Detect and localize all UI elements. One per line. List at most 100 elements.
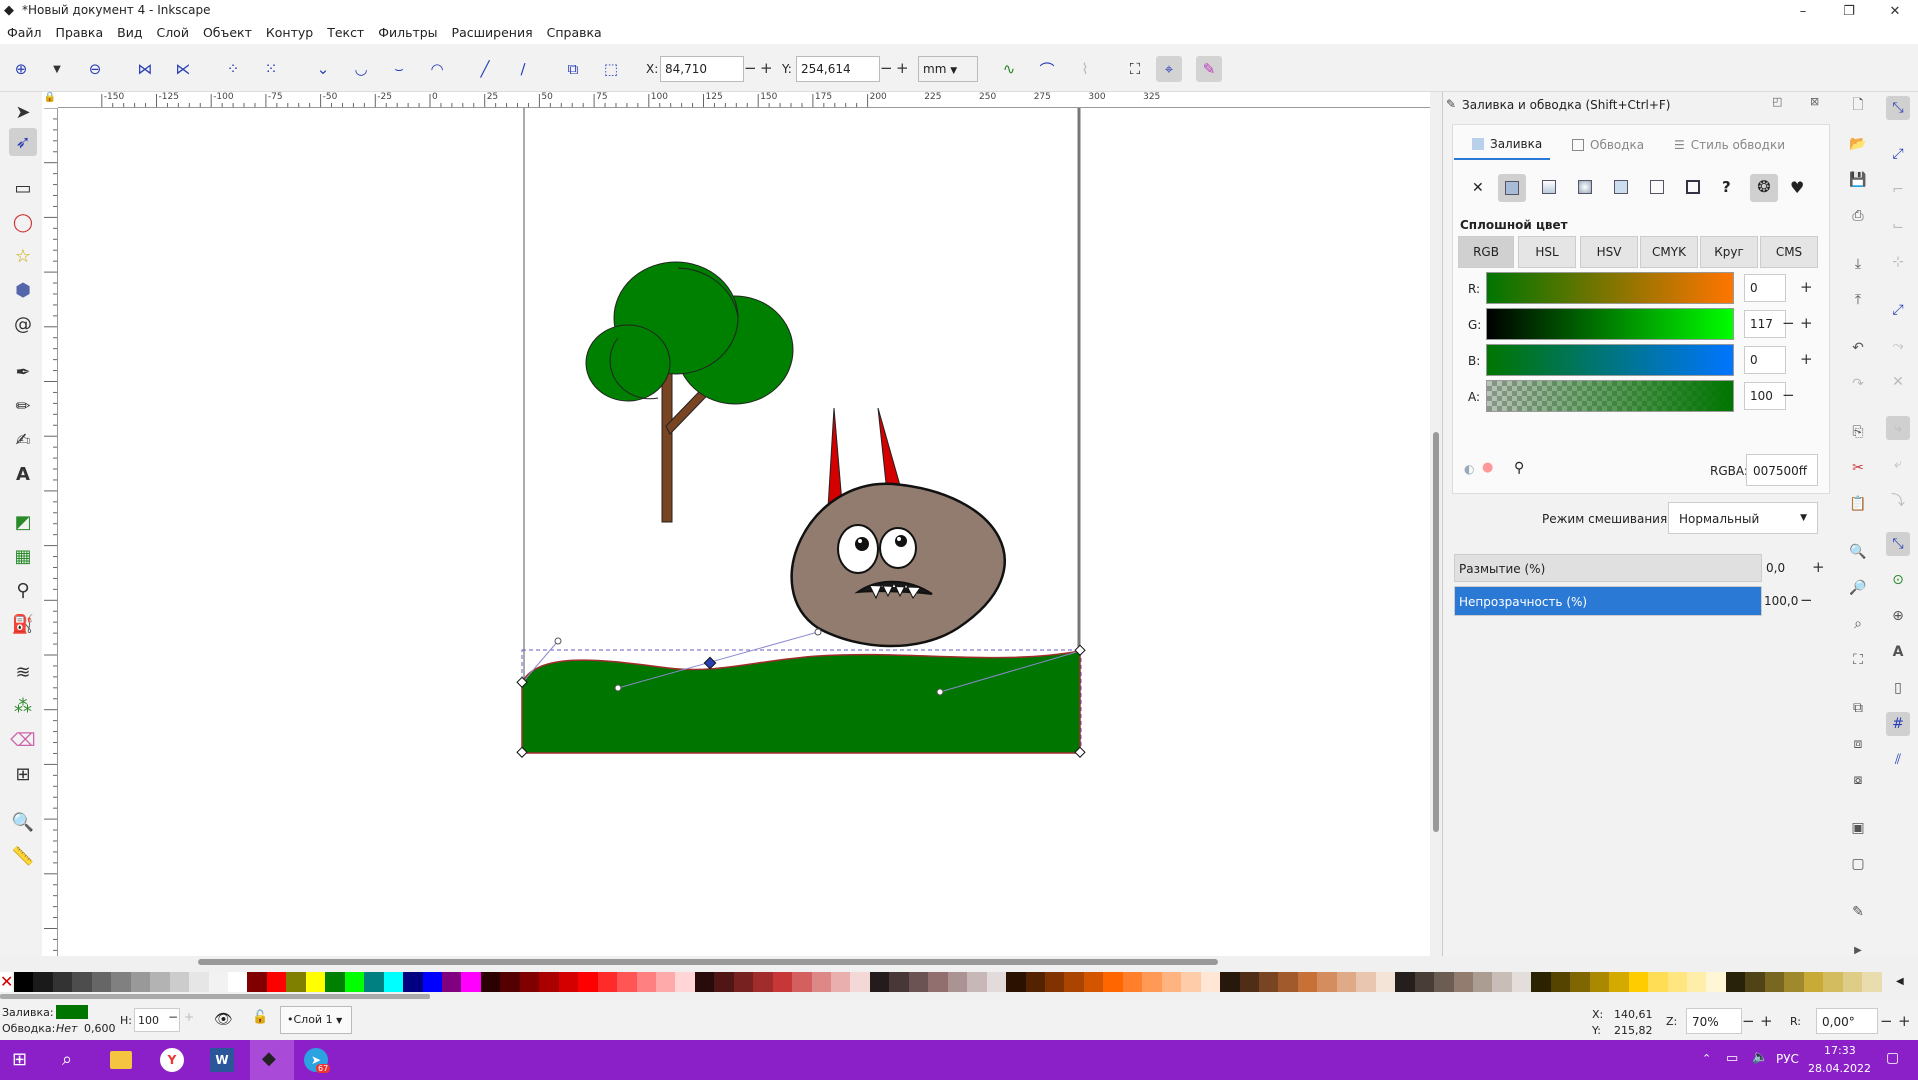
g-value[interactable]: 117 [1744,310,1786,338]
insert-dropdown-icon[interactable]: ▼ [44,56,70,82]
blur-value[interactable]: 0,0 [1766,561,1785,575]
layer-select[interactable]: •Слой 1 ▼ [280,1006,352,1034]
tweak-tool-icon[interactable]: ≋ [9,658,37,686]
clock-time[interactable]: 17:33 [1824,1044,1856,1057]
mask-icon[interactable]: ⌇ [1072,56,1098,82]
tab-fill[interactable]: Заливка [1454,130,1550,160]
palette-swatch[interactable] [558,972,579,992]
snap-intersection-icon[interactable]: ✕ [1886,370,1910,394]
g-increment-button[interactable]: + [1800,314,1813,332]
delete-segment-icon[interactable]: ⁙ [258,56,284,82]
unlink-clone-icon[interactable]: ⧇ [1846,768,1870,792]
palette-swatch[interactable] [1472,972,1493,992]
palette-swatch[interactable] [1297,972,1318,992]
palette-swatch[interactable] [908,972,929,992]
connector-tool-icon[interactable]: ⊞ [9,760,37,788]
opacity-status-increment[interactable]: + [184,1010,194,1024]
rgba-input[interactable]: 007500ff [1746,454,1818,486]
palette-swatch[interactable] [1784,972,1804,992]
palette-swatch[interactable] [967,972,987,992]
palette-swatch[interactable] [72,972,92,992]
palette-menu-icon[interactable]: ◀ [1896,976,1904,987]
rectangle-tool-icon[interactable]: ▭ [9,174,37,202]
mode-hsl[interactable]: HSL [1518,236,1576,268]
palette-swatch[interactable] [500,972,520,992]
palette-swatch[interactable] [383,972,404,992]
y-increment-button[interactable]: + [896,59,909,77]
layer-lock-icon[interactable]: 🔓 [252,1010,268,1025]
menu-extensions[interactable]: Расширения [445,22,540,44]
zoom-selection-icon[interactable]: 🔍 [1846,540,1870,564]
blend-mode-select[interactable]: Нормальный ▼ [1668,502,1818,534]
palette-swatch[interactable] [91,972,112,992]
palette-swatch[interactable] [869,972,890,992]
palette-swatch[interactable] [1550,972,1571,992]
palette-swatch[interactable] [1453,972,1473,992]
snap-midpoint-icon[interactable]: ⤵ [1886,488,1910,512]
spray-tool-icon[interactable]: ⁂ [9,692,37,720]
zoom-tool-icon[interactable]: 🔍 [9,808,37,836]
palette-swatch[interactable] [928,972,948,992]
ungroup-icon[interactable]: ▢ [1846,852,1870,876]
eraser-tool-icon[interactable]: ⌫ [9,726,37,754]
blur-slider[interactable]: Размытие (%) [1454,554,1762,582]
no-color-swatch[interactable]: ✕ [0,972,13,992]
radial-gradient-icon[interactable] [1578,180,1592,194]
palette-swatch[interactable] [714,972,734,992]
palette-swatch[interactable] [539,972,559,992]
fill-rule-evenodd-icon[interactable]: ❂ [1750,174,1778,202]
x-increment-button[interactable]: + [760,59,773,77]
canvas[interactable] [58,87,1430,956]
r-increment-button[interactable]: + [1800,278,1813,296]
palette-swatch[interactable] [1745,972,1765,992]
linear-gradient-icon[interactable] [1542,180,1556,194]
palette-swatch[interactable] [480,972,501,992]
blur-increment-button[interactable]: + [1812,558,1825,576]
y-decrement-button[interactable]: − [880,59,893,77]
word-icon[interactable]: W [210,1048,234,1072]
snap-page-icon[interactable]: ▯ [1886,676,1910,700]
palette-swatch[interactable] [1589,972,1610,992]
palette-swatch[interactable] [150,972,170,992]
palette-swatch[interactable] [52,972,73,992]
measure-tool-icon[interactable]: 📏 [9,842,37,870]
language-indicator[interactable]: РУС [1776,1052,1799,1066]
palette-swatch[interactable] [1667,972,1687,992]
snap-bbox-midpoint-icon[interactable]: ⊹ [1886,250,1910,274]
next-path-effect-icon[interactable]: ∿ [996,56,1022,82]
transform-handles-icon[interactable]: ⛶ [1122,56,1148,82]
snap-nodes-icon[interactable]: ⤢ [1886,298,1910,322]
palette-swatch[interactable] [1862,972,1882,992]
r-slider[interactable] [1486,272,1734,304]
star-tool-icon[interactable]: ☆ [9,242,37,270]
palette-swatch[interactable] [811,972,832,992]
palette-swatch[interactable] [130,972,151,992]
palette-swatch[interactable] [1220,972,1240,992]
palette-swatch[interactable] [325,972,345,992]
palette-swatch[interactable] [1278,972,1298,992]
zoom-input[interactable]: 70% [1686,1008,1742,1034]
palette-swatch[interactable] [1570,972,1590,992]
palette-swatch[interactable] [578,972,598,992]
horizontal-scroll-thumb[interactable] [198,959,1218,965]
import-icon[interactable]: ⤓ [1846,252,1870,276]
insert-node-icon[interactable]: ⊕ [8,56,34,82]
palette-swatch[interactable] [1122,972,1143,992]
palette-swatch[interactable] [1064,972,1084,992]
windows-start-icon[interactable]: ⊞ [12,1049,27,1070]
palette-swatch[interactable] [1823,972,1843,992]
palette-swatch[interactable] [33,972,53,992]
mode-cmyk[interactable]: CMYK [1640,236,1698,268]
snap-path-icon[interactable]: ⤳ [1886,334,1910,358]
unset-paint-icon[interactable]: ? [1722,178,1731,196]
handle-point-1[interactable] [554,637,562,645]
node-tool-icon[interactable]: ➶ [9,128,37,156]
palette-swatch[interactable] [1628,972,1649,992]
x-decrement-button[interactable]: − [744,59,757,77]
tab-stroke-paint[interactable]: Обводка [1572,130,1644,160]
rotation-increment-button[interactable]: + [1898,1012,1911,1030]
paste-icon[interactable]: 📋 [1846,492,1870,516]
minimize-button[interactable]: – [1780,0,1826,22]
palette-swatch[interactable] [1239,972,1259,992]
handle-point-3[interactable] [814,628,822,636]
